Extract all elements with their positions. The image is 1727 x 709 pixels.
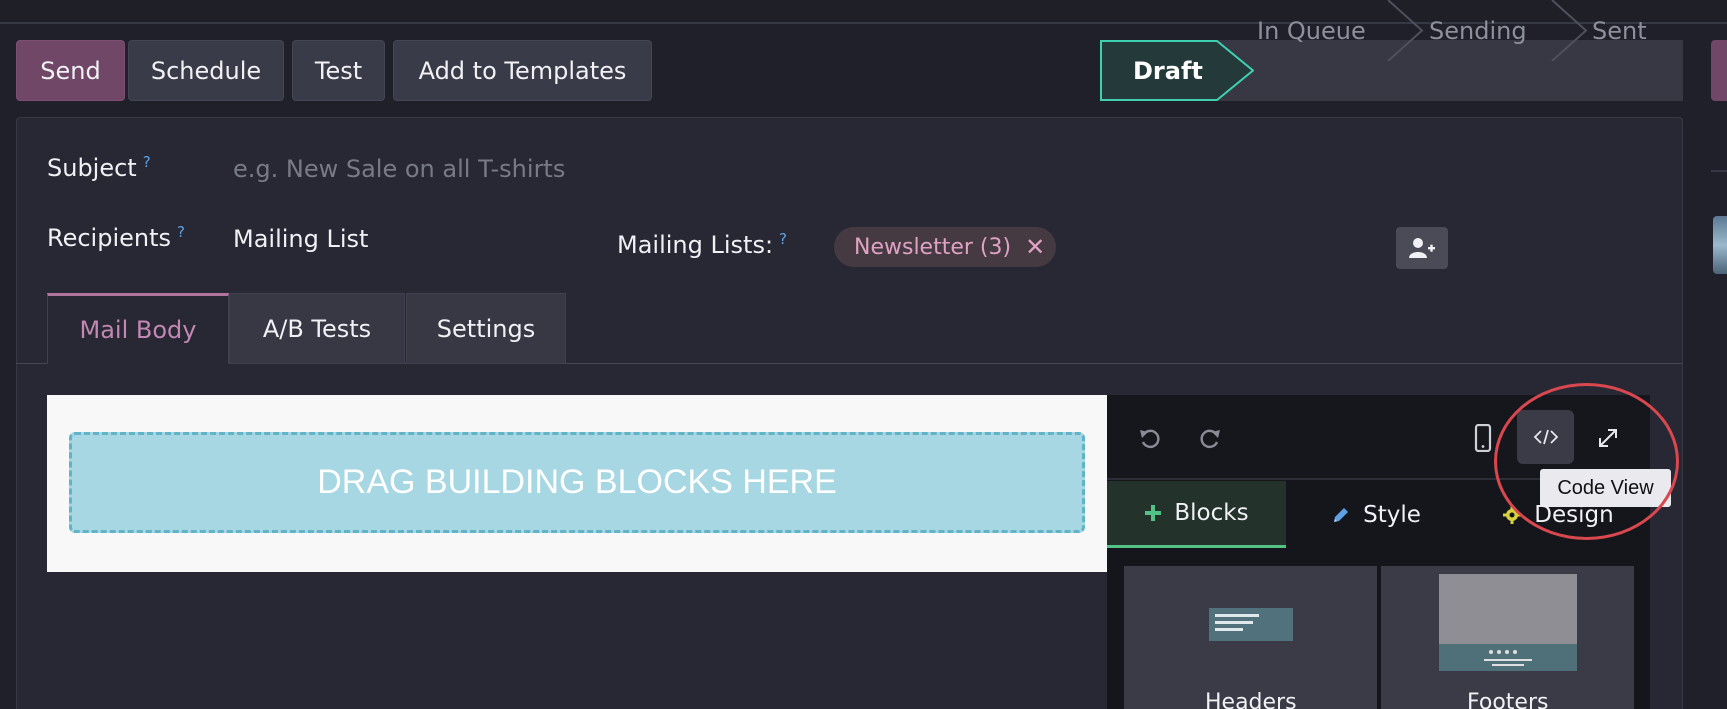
mobile-icon [1474, 424, 1492, 452]
redo-icon [1200, 429, 1220, 449]
undo-icon [1140, 429, 1160, 449]
side-thumbnail [1713, 216, 1727, 274]
subject-label: Subject? [47, 153, 151, 182]
undo-button[interactable] [1130, 418, 1170, 458]
tab-ab-tests[interactable]: A/B Tests [229, 293, 405, 364]
help-icon[interactable]: ? [779, 230, 787, 248]
tab-style-label: Style [1363, 501, 1421, 528]
tab-style[interactable]: Style [1286, 481, 1466, 548]
user-plus-icon [1409, 238, 1435, 258]
send-button[interactable]: Send [16, 40, 125, 101]
status-step-sent[interactable]: Sent [1592, 0, 1647, 61]
status-step-in-queue[interactable]: In Queue [1257, 0, 1366, 61]
footer-thumbnail-icon [1439, 574, 1577, 671]
block-label-headers: Headers [1205, 690, 1297, 709]
help-icon[interactable]: ? [143, 153, 151, 171]
block-label-footers: Footers [1467, 690, 1549, 709]
status-separator [1551, 0, 1588, 61]
tab-settings[interactable]: Settings [406, 293, 566, 364]
recipients-label: Recipients? [47, 223, 185, 252]
plus-icon [1145, 505, 1162, 521]
header-thumbnail-icon [1209, 608, 1293, 641]
subject-input[interactable]: e.g. New Sale on all T-shirts [233, 155, 565, 183]
tab-mail-body[interactable]: Mail Body [47, 293, 229, 364]
block-card-footers[interactable] [1381, 566, 1634, 709]
test-button[interactable]: Test [292, 40, 385, 101]
tab-blocks[interactable]: Blocks [1107, 481, 1286, 548]
status-step-draft[interactable]: Draft [1133, 40, 1203, 101]
mailing-list-tag[interactable]: Newsletter (3) ✕ [834, 227, 1056, 267]
mailing-lists-label: Mailing Lists:? [617, 230, 788, 259]
pencil-icon [1334, 507, 1349, 522]
side-divider [1711, 170, 1727, 172]
recipients-select[interactable]: Mailing List [233, 225, 368, 253]
blocks-dropzone[interactable]: DRAG BUILDING BLOCKS HERE [69, 432, 1085, 533]
help-icon[interactable]: ? [177, 223, 185, 241]
status-separator [1387, 0, 1424, 61]
redo-button[interactable] [1190, 418, 1230, 458]
tag-label: Newsletter (3) [854, 234, 1012, 260]
add-contact-button[interactable] [1396, 227, 1448, 269]
add-to-templates-button[interactable]: Add to Templates [393, 40, 652, 101]
tab-blocks-label: Blocks [1174, 500, 1249, 526]
schedule-button[interactable]: Schedule [128, 40, 284, 101]
status-step-sending[interactable]: Sending [1429, 0, 1527, 61]
close-icon[interactable]: ✕ [1025, 233, 1045, 261]
side-panel-button[interactable] [1711, 40, 1727, 101]
annotation-circle [1494, 383, 1679, 540]
block-card-headers[interactable] [1124, 566, 1377, 709]
